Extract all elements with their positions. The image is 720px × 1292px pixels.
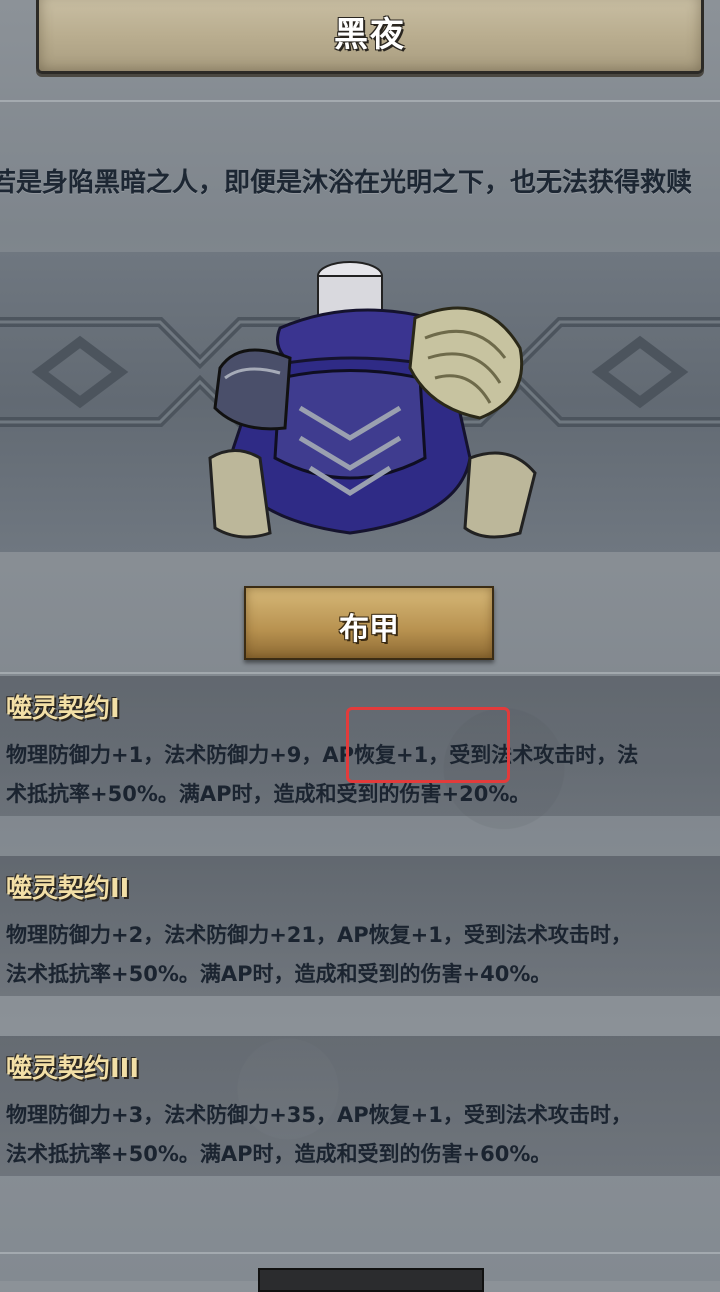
skill-title: 噬灵契约II <box>6 874 130 904</box>
page-title: 黑夜 <box>334 15 406 55</box>
mid-divider <box>0 672 720 674</box>
skill-desc-line1: 物理防御力+2，法术防御力+21，AP恢复+1，受到法术攻击时， <box>6 923 632 947</box>
skill-entry-2: 噬灵契约II 物理防御力+2，法术防御力+21，AP恢复+1，受到法术攻击时， … <box>0 856 720 996</box>
skill-desc-line2: 法术抵抗率+50%。满AP时，造成和受到的伤害+60%。 <box>6 1142 552 1166</box>
bottom-divider <box>0 1252 720 1254</box>
title-banner: 黑夜 <box>36 0 704 74</box>
skill-desc-line1: 物理防御力+3，法术防御力+35，AP恢复+1，受到法术攻击时， <box>6 1103 632 1127</box>
skill-entry-3: 噬灵契约III 物理防御力+3，法术防御力+35，AP恢复+1，受到法术攻击时，… <box>0 1036 720 1176</box>
skill-desc-line2: 法术抵抗率+50%。满AP时，造成和受到的伤害+40%。 <box>6 962 552 986</box>
skill-title: 噬灵契约III <box>6 1054 140 1084</box>
item-type-label: 布甲 <box>339 612 399 647</box>
item-type-plate: 布甲 <box>244 586 494 660</box>
flavor-quote: 若是身陷黑暗之人，即便是沐浴在光明之下，也无法获得救赎 <box>0 168 693 198</box>
highlight-annotation <box>346 707 510 783</box>
top-divider <box>0 100 720 102</box>
purple-cloth-armor-icon <box>208 261 537 539</box>
skill-title: 噬灵契约I <box>6 694 120 724</box>
bottom-button[interactable] <box>258 1268 484 1292</box>
